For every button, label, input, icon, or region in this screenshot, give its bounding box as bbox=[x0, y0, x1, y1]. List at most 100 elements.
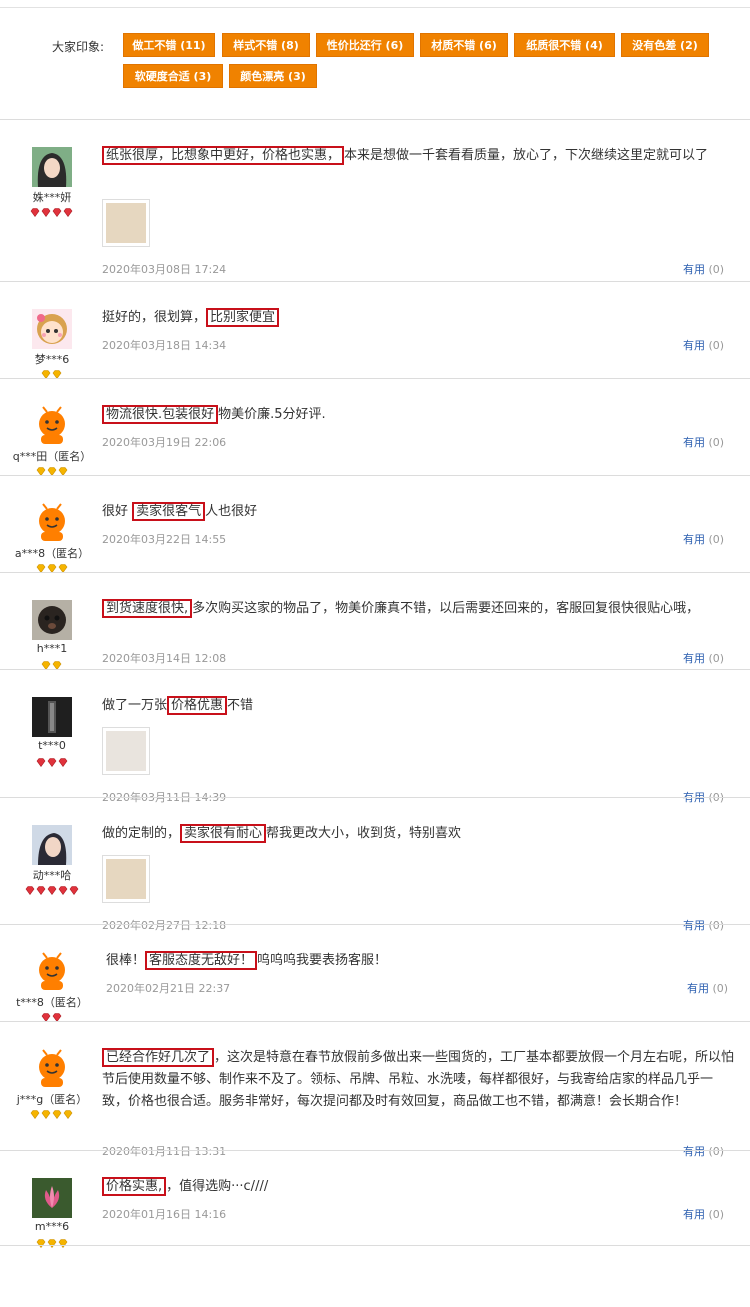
user-level bbox=[30, 1110, 74, 1120]
useful-button[interactable]: 有用 (0) bbox=[683, 261, 724, 277]
useful-button[interactable]: 有用 (0) bbox=[683, 650, 724, 666]
review-text-body: 帮我更改大小，收到货，特别喜欢 bbox=[266, 826, 462, 841]
review-highlight: 卖家很有耐心 bbox=[180, 824, 267, 843]
gold-gem-icon bbox=[63, 1110, 73, 1119]
review-text: 挺好的，很划算， 比别家便宜 bbox=[102, 307, 722, 329]
user-avatar[interactable] bbox=[32, 309, 72, 349]
impression-tag[interactable]: 没有色差 (2) bbox=[621, 33, 709, 57]
review-item: m***6 价格实惠, ，值得选购···c//// 2020年01月16日 14:16… bbox=[0, 1151, 750, 1249]
useful-button[interactable]: 有用 (0) bbox=[683, 337, 724, 353]
review-item: 姝***妍 纸张很厚，比想象中更好，价格也实惠， 本来是想做一千套看看质量，放心了，… bbox=[0, 120, 750, 282]
useful-label: 有用 bbox=[687, 982, 709, 995]
useful-button[interactable]: 有用 (0) bbox=[683, 1206, 724, 1222]
review-highlight: 客服态度无敌好！ bbox=[145, 951, 258, 970]
review-highlight: 价格优惠 bbox=[167, 696, 228, 715]
photo-image bbox=[106, 731, 146, 771]
username: q***田（匿名） bbox=[12, 450, 92, 463]
review-text-lead: 做的定制的， bbox=[102, 826, 181, 841]
user-level bbox=[36, 1239, 69, 1249]
useful-button[interactable]: 有用 (0) bbox=[687, 980, 728, 996]
review-text-body: 呜呜呜我要表扬客服！ bbox=[257, 953, 388, 968]
user-avatar[interactable] bbox=[32, 147, 72, 187]
review-text-lead: 很好 bbox=[102, 504, 133, 519]
impression-tag[interactable]: 性价比还行 (6) bbox=[316, 33, 414, 57]
useful-label: 有用 bbox=[683, 436, 705, 449]
gold-gem-icon bbox=[36, 1239, 46, 1248]
user-avatar[interactable] bbox=[32, 697, 72, 737]
useful-button[interactable]: 有用 (0) bbox=[683, 531, 724, 547]
user-level bbox=[30, 208, 74, 218]
review-text: 物流很快.包装很好 物美价廉.5分好评. bbox=[102, 404, 722, 426]
review-photo-thumbnail[interactable] bbox=[102, 199, 150, 247]
impression-tag[interactable]: 材质不错 (6) bbox=[420, 33, 508, 57]
red-gem-icon bbox=[30, 208, 40, 217]
useful-count: (0) bbox=[705, 263, 725, 276]
review-item: h***1 到货速度很快, 多次购买这家的物品了，物美价廉真不错，以后需要还回来的，… bbox=[0, 573, 750, 670]
review-highlight: 比别家便宜 bbox=[206, 308, 280, 327]
user-avatar[interactable] bbox=[32, 503, 72, 543]
useful-label: 有用 bbox=[683, 339, 705, 352]
useful-label: 有用 bbox=[683, 263, 705, 276]
impressions-label: 大家印象: bbox=[52, 40, 105, 54]
review-date: 2020年03月08日 17:24 bbox=[102, 263, 227, 276]
review-item: t***0 做了一万张 价格优惠 不错 2020年03月11日 14:39 有用 (0) bbox=[0, 670, 750, 804]
username: 动***哈 bbox=[32, 869, 72, 882]
review-item: 梦***6 挺好的，很划算， 比别家便宜 2020年03月18日 14:34 有用 (0… bbox=[0, 282, 750, 379]
useful-count: (0) bbox=[705, 1208, 725, 1221]
review-photo-thumbnail[interactable] bbox=[102, 727, 150, 775]
useful-label: 有用 bbox=[683, 652, 705, 665]
impression-tag[interactable]: 软硬度合适 (3) bbox=[123, 64, 223, 88]
user-avatar[interactable] bbox=[32, 825, 72, 865]
username: t***0 bbox=[38, 739, 66, 752]
user-avatar[interactable] bbox=[32, 1178, 72, 1218]
review-highlight: 到货速度很快, bbox=[102, 599, 193, 618]
user-avatar[interactable] bbox=[32, 600, 72, 640]
useful-count: (0) bbox=[709, 982, 729, 995]
review-text-body: 多次购买这家的物品了，物美价廉真不错，以后需要还回来的，客服回复很快很贴心哦， bbox=[192, 601, 700, 616]
gold-gem-icon bbox=[47, 1239, 57, 1248]
review-date: 2020年03月22日 14:55 bbox=[102, 533, 227, 546]
red-gem-icon bbox=[69, 886, 79, 895]
review-text: 很好 卖家很客气 人也很好 bbox=[102, 501, 722, 523]
review-text: 做了一万张 价格优惠 不错 bbox=[102, 695, 722, 717]
red-gem-icon bbox=[25, 886, 35, 895]
review-highlight: 物流很快.包装很好 bbox=[102, 405, 219, 424]
username: a***8（匿名） bbox=[14, 547, 90, 560]
impression-tag[interactable]: 颜色漂亮 (3) bbox=[229, 64, 317, 88]
impression-tag[interactable]: 做工不错 (11) bbox=[123, 33, 215, 57]
user-avatar[interactable] bbox=[32, 406, 72, 446]
review-text-body: 不错 bbox=[227, 698, 254, 713]
review-item: t***8（匿名） 很棒！ 客服态度无敌好！ 呜呜呜我要表扬客服！ 2020年02月21… bbox=[0, 925, 750, 1022]
review-item: 动***哈 做的定制的， 卖家很有耐心 帮我更改大小，收到货，特别喜欢 2020年02月… bbox=[0, 798, 750, 932]
review-item: j***g（匿名） 已经合作好几次了 ，这次是特意在春节放假前多做出来一些囤货的，工… bbox=[0, 1022, 750, 1158]
red-gem-icon bbox=[47, 886, 57, 895]
red-gem-icon bbox=[58, 886, 68, 895]
photo-image bbox=[106, 203, 146, 243]
review-date: 2020年03月19日 22:06 bbox=[102, 436, 227, 449]
useful-count: (0) bbox=[705, 533, 725, 546]
useful-count: (0) bbox=[705, 436, 725, 449]
user-avatar[interactable] bbox=[32, 952, 72, 992]
review-text-body: 本来是想做一千套看看质量，放心了，下次继续这里定就可以了 bbox=[344, 148, 709, 163]
username: j***g（匿名） bbox=[16, 1093, 88, 1106]
gold-gem-icon bbox=[41, 1110, 51, 1119]
review-text-body: 人也很好 bbox=[205, 504, 258, 519]
gold-gem-icon bbox=[52, 1110, 62, 1119]
top-divider bbox=[0, 7, 750, 8]
user-avatar[interactable] bbox=[32, 1049, 72, 1089]
impression-tag[interactable]: 纸质很不错 (4) bbox=[514, 33, 615, 57]
gold-gem-icon bbox=[30, 1110, 40, 1119]
review-highlight: 价格实惠, bbox=[102, 1177, 167, 1196]
useful-button[interactable]: 有用 (0) bbox=[683, 434, 724, 450]
review-text: 纸张很厚，比想象中更好，价格也实惠， 本来是想做一千套看看质量，放心了，下次继续这… bbox=[102, 145, 742, 167]
review-text: 很棒！ 客服态度无敌好！ 呜呜呜我要表扬客服！ bbox=[106, 950, 726, 972]
review-photo-thumbnail[interactable] bbox=[102, 855, 150, 903]
impression-tag[interactable]: 样式不错 (8) bbox=[222, 33, 310, 57]
gold-gem-icon bbox=[58, 1239, 68, 1248]
review-text-lead: 挺好的，很划算， bbox=[102, 310, 207, 325]
review-divider bbox=[0, 1245, 750, 1246]
review-highlight: 卖家很客气 bbox=[132, 502, 206, 521]
red-gem-icon bbox=[41, 208, 51, 217]
review-item: a***8（匿名） 很好 卖家很客气 人也很好 2020年03月22日 14:55 有用… bbox=[0, 476, 750, 573]
review-item: q***田（匿名） 物流很快.包装很好 物美价廉.5分好评. 2020年03月19日 … bbox=[0, 379, 750, 476]
